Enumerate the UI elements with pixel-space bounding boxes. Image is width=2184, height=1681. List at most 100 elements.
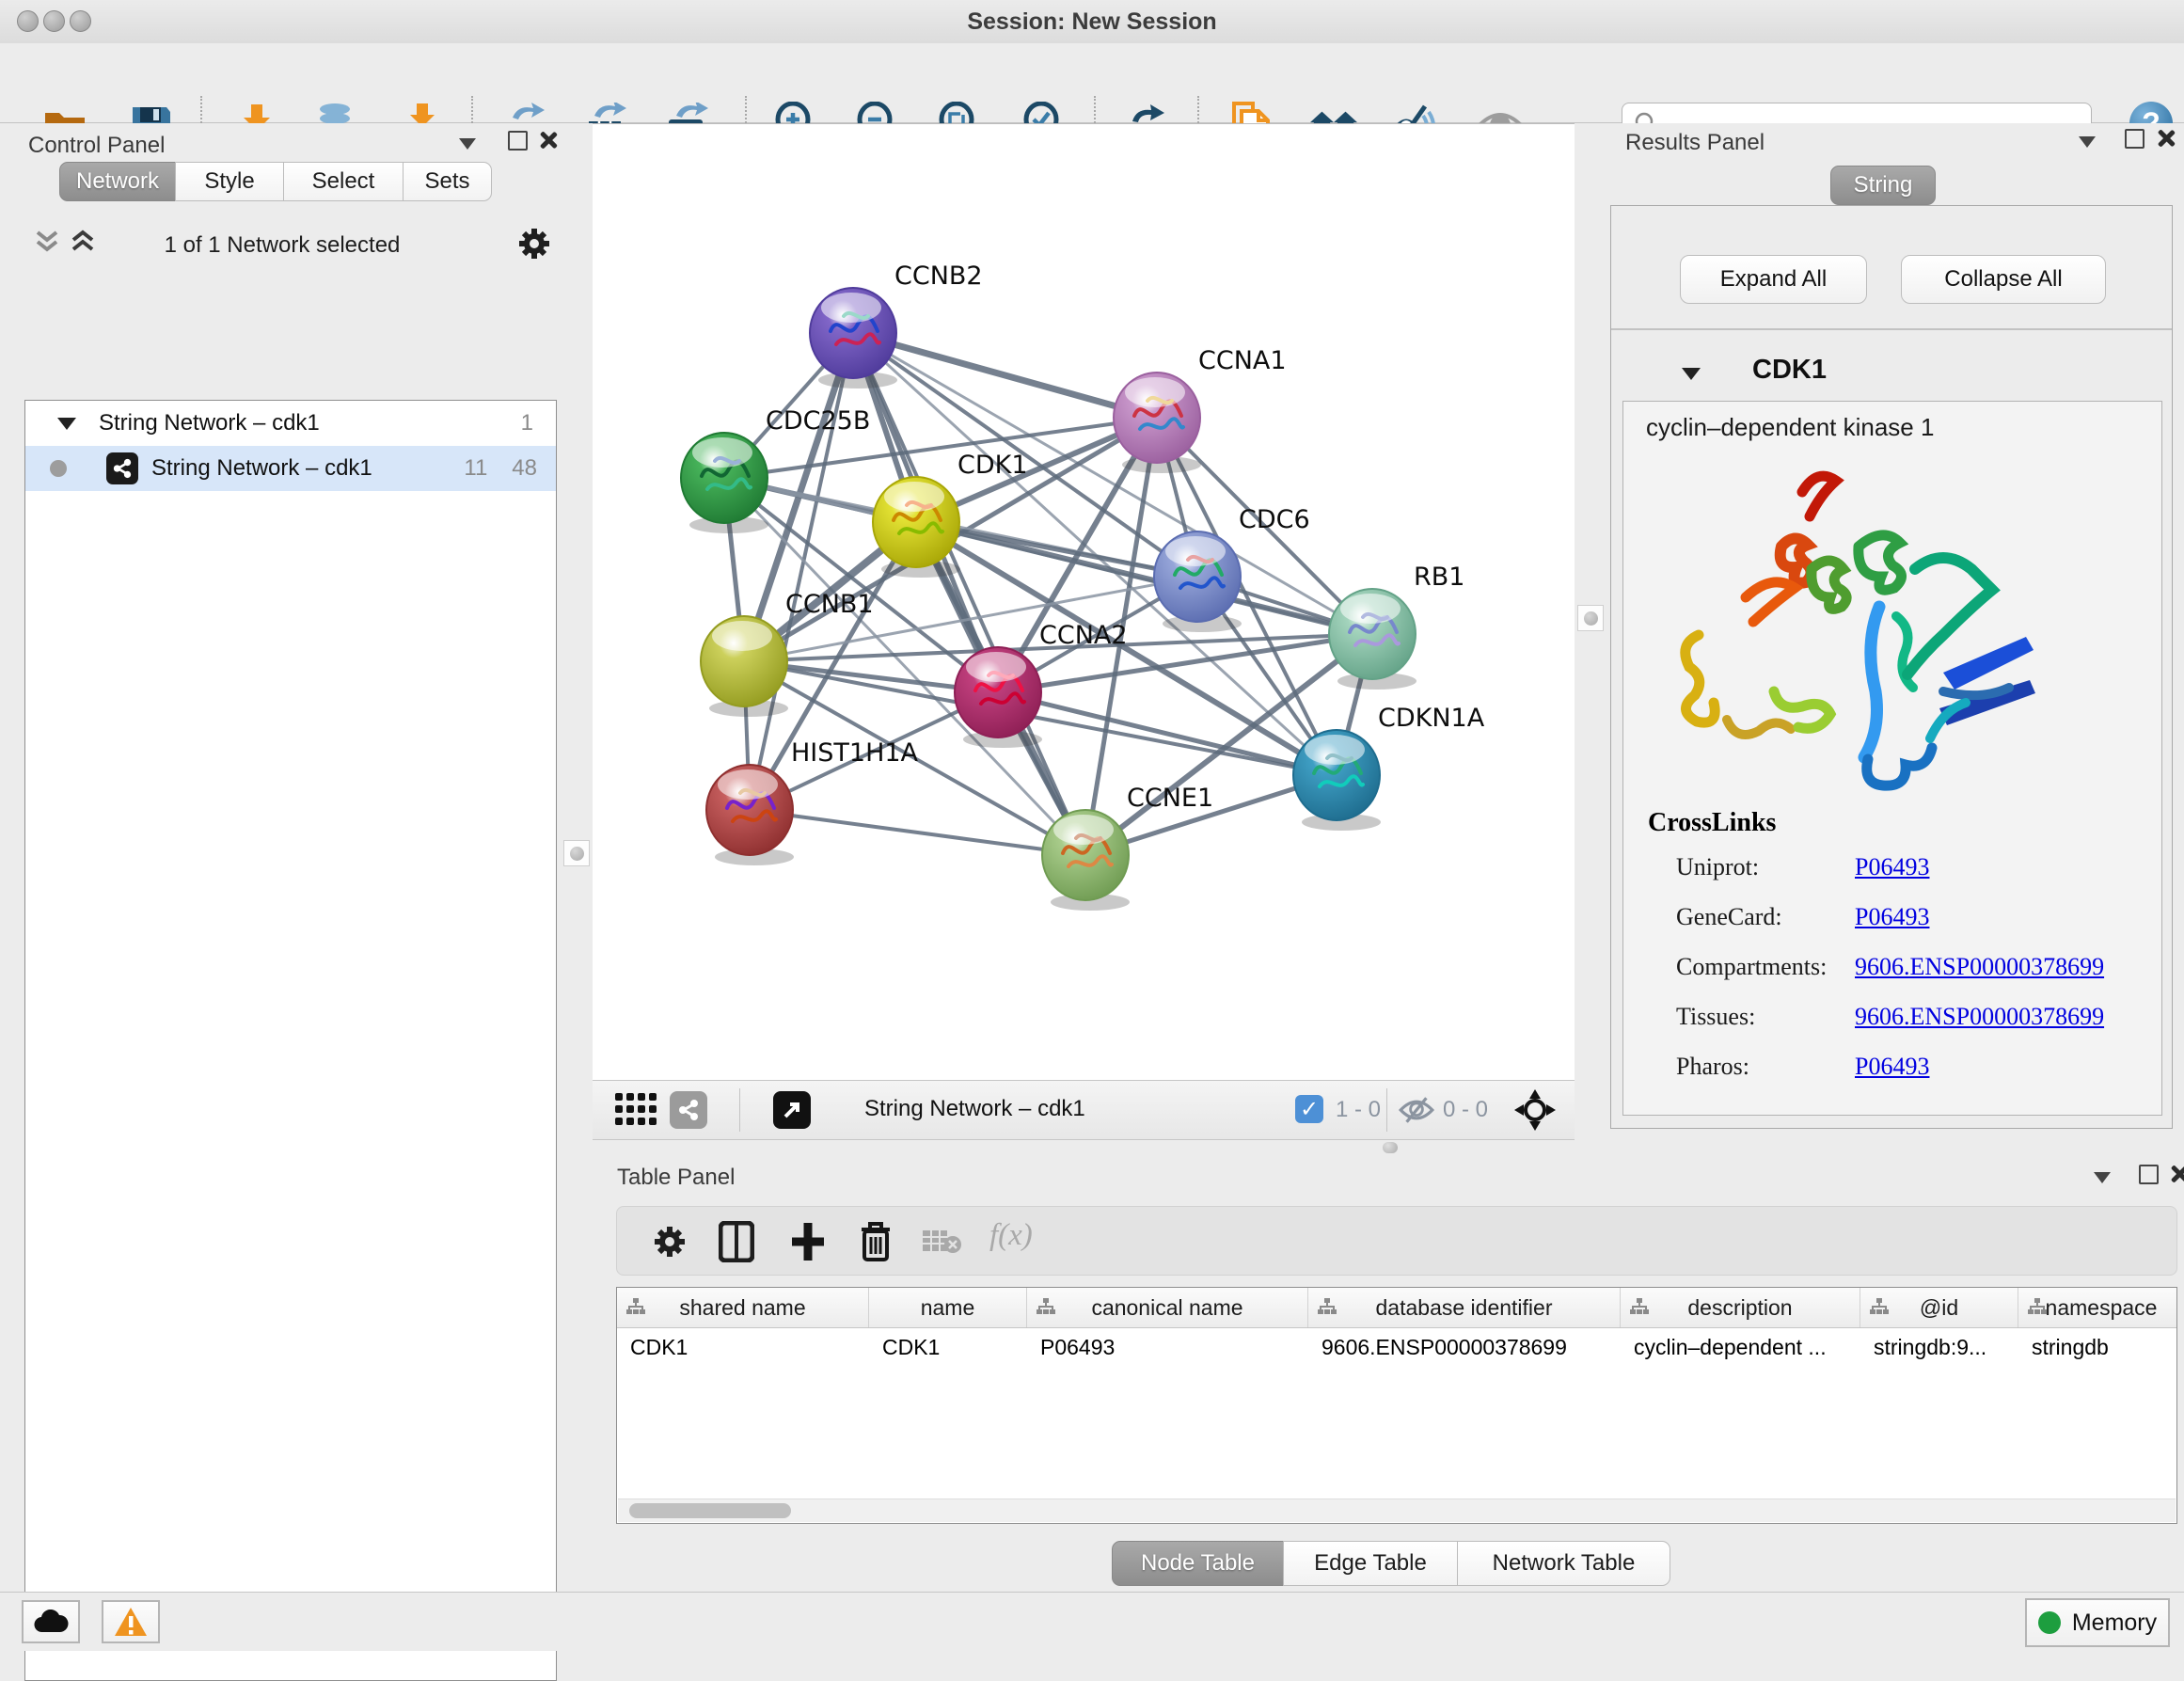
node-label-CCNA1: CCNA1 (1198, 346, 1287, 375)
panel-close-icon[interactable] (2169, 1165, 2184, 1183)
table-cell[interactable]: stringdb (2018, 1328, 2177, 1368)
string-network-graph: CCNB2CCNA1CDC25BCDK1CDC6RB1CCNB1CCNA2CDK… (593, 124, 1575, 1081)
collapse-all-button[interactable]: Collapse All (1901, 255, 2106, 304)
column-type-icon (1318, 1298, 1337, 1316)
panel-float-icon[interactable] (2125, 129, 2144, 149)
table-body: CDK1CDK1P064939606.ENSP00000378699cyclin… (617, 1328, 2176, 1368)
crosslink-link[interactable]: P06493 (1855, 1053, 1929, 1081)
node-label-CCNE1: CCNE1 (1127, 784, 1213, 813)
table-settings-gear-icon[interactable] (651, 1223, 688, 1261)
cdk1-collapse-caret-icon[interactable] (1682, 368, 1701, 380)
network-type-icon (106, 452, 138, 484)
node-label-CCNA2: CCNA2 (1039, 621, 1128, 650)
table-cell[interactable]: CDK1 (869, 1328, 1027, 1368)
edge-CCNB2-CCNE1[interactable] (853, 333, 1085, 855)
network-options-gear-icon[interactable] (515, 225, 553, 262)
panel-float-icon[interactable] (508, 131, 528, 151)
select-columns-icon[interactable] (719, 1221, 754, 1262)
table-cell[interactable]: cyclin–dependent ... (1621, 1328, 1860, 1368)
column-header-canonical-name[interactable]: canonical name (1027, 1288, 1308, 1327)
crosslink-row: Tissues:9606.ENSP00000378699 (1676, 1003, 2146, 1031)
network-row-selected[interactable]: String Network – cdk1 11 48 (25, 446, 556, 491)
node-CCNB2[interactable]: CCNB2 (810, 262, 983, 389)
column-header-name[interactable]: name (869, 1288, 1027, 1327)
column-header-namespace[interactable]: namespace (2018, 1288, 2177, 1327)
tab-network[interactable]: Network (59, 162, 176, 201)
table-cell[interactable]: 9606.ENSP00000378699 (1308, 1328, 1621, 1368)
add-column-icon[interactable] (788, 1221, 828, 1262)
tab-sets[interactable]: Sets (403, 162, 492, 201)
table-cell[interactable]: P06493 (1027, 1328, 1308, 1368)
memory-button[interactable]: Memory (2025, 1598, 2170, 1647)
node-CDKN1A[interactable]: CDKN1A (1293, 704, 1485, 831)
scrollbar-thumb[interactable] (629, 1503, 791, 1518)
panel-close-icon[interactable] (2156, 129, 2175, 148)
column-header-database-identifier[interactable]: database identifier (1308, 1288, 1621, 1327)
results-panel-title: Results Panel (1625, 130, 1765, 156)
column-header--id[interactable]: @id (1860, 1288, 2018, 1327)
panel-close-icon[interactable] (538, 131, 557, 150)
splitter-grip[interactable] (563, 840, 590, 866)
panel-menu-caret-icon[interactable] (2079, 136, 2096, 148)
splitter-grip[interactable] (1577, 605, 1604, 631)
splitter-grip[interactable] (1383, 1142, 1398, 1153)
tab-network-table[interactable]: Network Table (1457, 1541, 1670, 1586)
results-panel: Results Panel String Expand All Collapse… (1605, 123, 2184, 1157)
hidden-eye-slash-icon (1398, 1096, 1435, 1124)
panel-menu-caret-icon[interactable] (459, 138, 476, 150)
tab-style[interactable]: Style (175, 162, 284, 201)
crosslink-link[interactable]: 9606.ENSP00000378699 (1855, 953, 2104, 981)
node-CCNE1[interactable]: CCNE1 (1042, 784, 1213, 911)
expand-all-tree-icon[interactable] (70, 229, 96, 257)
network-collection-row[interactable]: String Network – cdk1 1 (25, 401, 556, 446)
tab-select[interactable]: Select (283, 162, 404, 201)
vertical-splitter-right[interactable] (1575, 123, 1605, 1157)
network-status-dot (50, 460, 67, 477)
tree-expand-caret-icon[interactable] (57, 418, 76, 430)
crosslink-link[interactable]: 9606.ENSP00000378699 (1855, 1003, 2104, 1031)
table-cell[interactable]: CDK1 (617, 1328, 869, 1368)
node-CCNA1[interactable]: CCNA1 (1114, 346, 1287, 473)
cloud-button[interactable] (22, 1600, 80, 1643)
vertical-splitter-left[interactable] (559, 123, 593, 1592)
panel-menu-caret-icon[interactable] (2094, 1172, 2111, 1183)
node-label-RB1: RB1 (1414, 563, 1464, 592)
node-CCNB1[interactable]: CCNB1 (701, 590, 874, 717)
collapse-all-tree-icon[interactable] (34, 229, 60, 257)
warnings-button[interactable] (102, 1600, 160, 1643)
network-canvas[interactable]: CCNB2CCNA1CDC25BCDK1CDC6RB1CCNB1CCNA2CDK… (593, 123, 1575, 1081)
section-divider (1611, 328, 2172, 330)
expand-all-button[interactable]: Expand All (1680, 255, 1867, 304)
network-share-view-icon[interactable] (670, 1091, 707, 1129)
node-HIST1H1A[interactable]: HIST1H1A (706, 738, 919, 865)
tab-edge-table[interactable]: Edge Table (1283, 1541, 1458, 1586)
string-results-box: Expand All Collapse All CDK1 cyclin–depe… (1610, 205, 2173, 1129)
node-RB1[interactable]: RB1 (1329, 563, 1464, 690)
column-header-shared-name[interactable]: shared name (617, 1288, 869, 1327)
detach-view-icon[interactable] (773, 1091, 811, 1129)
edge-HIST1H1A-CCNE1[interactable] (750, 810, 1085, 855)
crosslink-link[interactable]: P06493 (1855, 903, 1929, 931)
toolbar-divider (1386, 1088, 1387, 1132)
control-panel: Control Panel Network Style Select Sets … (0, 123, 560, 1592)
column-header-label: name (921, 1295, 975, 1321)
warning-icon (114, 1607, 148, 1637)
table-row[interactable]: CDK1CDK1P064939606.ENSP00000378699cyclin… (617, 1328, 2176, 1368)
crosslink-link[interactable]: P06493 (1855, 853, 1929, 881)
column-type-icon (626, 1298, 645, 1316)
hidden-node-edge-counts: 0 - 0 (1443, 1097, 1488, 1123)
birds-eye-crosshair-icon[interactable] (1514, 1089, 1556, 1131)
delete-column-trash-icon[interactable] (858, 1220, 894, 1263)
tab-node-table[interactable]: Node Table (1112, 1541, 1284, 1586)
table-cell[interactable]: stringdb:9... (1860, 1328, 2018, 1368)
status-bar: Memory (0, 1592, 2184, 1651)
node-label-CDK1: CDK1 (957, 451, 1028, 480)
table-horizontal-scrollbar[interactable] (618, 1499, 2176, 1522)
network-node-count: 11 (464, 455, 487, 482)
tab-string[interactable]: String (1830, 166, 1936, 205)
selected-checkbox-icon[interactable]: ✓ (1295, 1095, 1323, 1123)
column-header-description[interactable]: description (1621, 1288, 1860, 1327)
grid-view-icon[interactable] (615, 1093, 658, 1127)
column-header-label: database identifier (1376, 1295, 1553, 1321)
panel-float-icon[interactable] (2139, 1165, 2159, 1184)
